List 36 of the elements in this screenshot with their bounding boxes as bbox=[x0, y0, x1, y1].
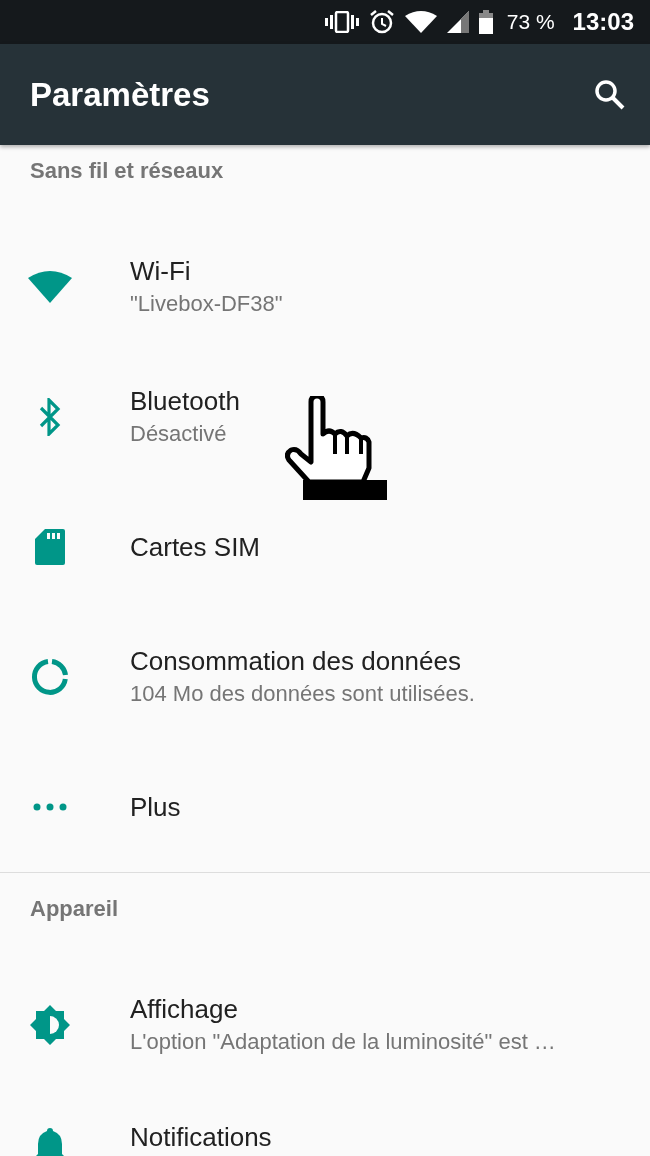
wifi-icon bbox=[404, 11, 437, 33]
signal-icon bbox=[446, 11, 469, 33]
item-summary: "Livebox-DF38" bbox=[130, 290, 283, 318]
item-title: Plus bbox=[130, 791, 181, 824]
battery-icon bbox=[478, 10, 493, 34]
item-summary: L'option "Adaptation de la luminosité" est … bbox=[130, 1028, 556, 1056]
vibrate-icon bbox=[324, 11, 359, 33]
settings-item[interactable]: Plus bbox=[0, 742, 650, 872]
item-title: Notifications bbox=[130, 1121, 272, 1154]
brightness-icon bbox=[30, 1005, 70, 1045]
bell-icon bbox=[34, 1126, 66, 1156]
section-header: Appareil bbox=[29, 895, 120, 923]
search-button[interactable] bbox=[594, 78, 626, 111]
section-header: Sans fil et réseaux bbox=[29, 157, 225, 185]
sd-card-icon bbox=[35, 529, 65, 565]
battery-percentage: 73 % bbox=[506, 10, 555, 34]
wifi-icon bbox=[28, 271, 72, 303]
item-title: Affichage bbox=[130, 993, 239, 1026]
settings-item[interactable]: Bluetooth Désactivé bbox=[0, 352, 650, 482]
settings-item[interactable]: Notifications bbox=[0, 1090, 650, 1156]
screen-title: Paramètres bbox=[30, 75, 210, 114]
settings-item[interactable]: Affichage L'option "Adaptation de la luminosité" est … bbox=[0, 960, 650, 1090]
alarm-icon bbox=[368, 9, 395, 35]
clock-time: 13:03 bbox=[572, 8, 634, 36]
settings-item[interactable]: Consommation des données 104 Mo des données sont utilisées. bbox=[0, 612, 650, 742]
item-summary: 104 Mo des données sont utilisées. bbox=[130, 680, 475, 708]
item-title: Wi-Fi bbox=[130, 255, 192, 288]
more-icon bbox=[33, 803, 67, 811]
item-summary: Désactivé bbox=[130, 420, 228, 448]
item-title: Bluetooth bbox=[130, 385, 240, 418]
item-title: Cartes SIM bbox=[130, 531, 261, 564]
data-usage-icon bbox=[31, 658, 69, 696]
bluetooth-icon bbox=[38, 398, 62, 436]
settings-item[interactable]: Wi-Fi "Livebox-DF38" bbox=[0, 222, 650, 352]
item-title: Consommation des données bbox=[130, 645, 462, 678]
settings-item[interactable]: Cartes SIM bbox=[0, 482, 650, 612]
